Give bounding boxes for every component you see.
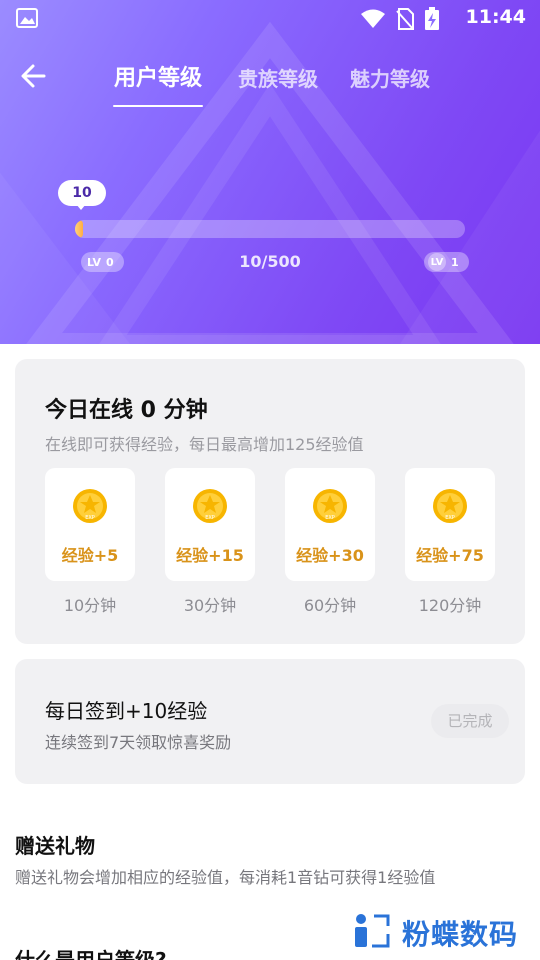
gift-section-title: 赠送礼物 [15, 834, 95, 858]
reward-item: EXP 经验+30 [285, 468, 375, 581]
exp-coin-icon: EXP [193, 489, 227, 523]
watermark-text: 粉蝶数码 [402, 918, 519, 951]
reward-time: 120分钟 [418, 596, 482, 615]
back-arrow-icon[interactable] [20, 62, 52, 90]
reward-time: 60分钟 [303, 596, 357, 615]
exp-bubble-tail [76, 204, 86, 210]
svg-text:EXP: EXP [325, 515, 335, 521]
battery-charging-icon [424, 7, 440, 35]
reward-item: EXP 经验+15 [165, 468, 255, 581]
online-title: 今日在线 0 分钟 [45, 398, 208, 423]
no-sim-icon [396, 8, 414, 34]
reward-time: 30分钟 [183, 596, 237, 615]
exp-coin-icon: EXP [73, 489, 107, 523]
watermark: 粉蝶数码 [352, 912, 518, 954]
tab-noble-level[interactable]: 贵族等级 [238, 63, 318, 92]
daily-signin-card: 每日签到+10经验 连续签到7天领取惊喜奖励 已完成 [15, 659, 525, 784]
gallery-icon [16, 8, 38, 32]
reward-label: 经验+5 [61, 546, 119, 565]
signin-title: 每日签到+10经验 [45, 699, 208, 723]
level-progress-bar [75, 220, 465, 238]
faq-section-title: 什么是用户等级? [15, 948, 167, 960]
wifi-icon [360, 9, 386, 33]
status-time: 11:44 [465, 6, 526, 28]
tab-user-level[interactable]: 用户等级 [114, 60, 202, 92]
lv-prefix: LV [428, 253, 446, 271]
reward-label: 经验+30 [296, 546, 364, 565]
svg-text:EXP: EXP [85, 515, 95, 521]
tab-charm-level[interactable]: 魅力等级 [350, 63, 430, 92]
watermark-logo-icon [352, 912, 394, 954]
lv-badge-next: LV 1 [424, 252, 469, 272]
gift-section-desc: 赠送礼物会增加相应的经验值，每消耗1音钻可获得1经验值 [15, 868, 436, 887]
signin-completed-button[interactable]: 已完成 [431, 704, 509, 738]
reward-time: 10分钟 [63, 596, 117, 615]
signin-subtitle: 连续签到7天领取惊喜奖励 [45, 733, 232, 752]
exp-bubble: 10 [58, 180, 106, 206]
reward-label: 经验+15 [176, 546, 244, 565]
online-subtitle: 在线即可获得经验，每日最高增加125经验值 [45, 435, 364, 454]
lv-badge-current: LV 0 [81, 252, 124, 272]
reward-item: EXP 经验+75 [405, 468, 495, 581]
svg-text:EXP: EXP [205, 515, 215, 521]
top-nav: 用户等级 贵族等级 魅力等级 [0, 50, 540, 110]
reward-label: 经验+75 [416, 546, 484, 565]
online-reward-card: 今日在线 0 分钟 在线即可获得经验，每日最高增加125经验值 EXP 经验+5… [15, 359, 525, 644]
exp-coin-icon: EXP [313, 489, 347, 523]
reward-item: EXP 经验+5 [45, 468, 135, 581]
active-tab-indicator [113, 105, 203, 107]
lv-prefix: LV [87, 255, 102, 269]
lv-value: 0 [106, 255, 114, 269]
status-bar: 11:44 [0, 0, 540, 36]
lv-value: 1 [451, 255, 459, 269]
level-progress-text: 10/500 [239, 252, 301, 271]
level-header: 11:44 用户等级 贵族等级 魅力等级 10 LV 0 10/500 LV 1 [0, 0, 540, 344]
exp-coin-icon: EXP [433, 489, 467, 523]
level-progress-fill [75, 220, 83, 238]
svg-text:EXP: EXP [445, 515, 455, 521]
